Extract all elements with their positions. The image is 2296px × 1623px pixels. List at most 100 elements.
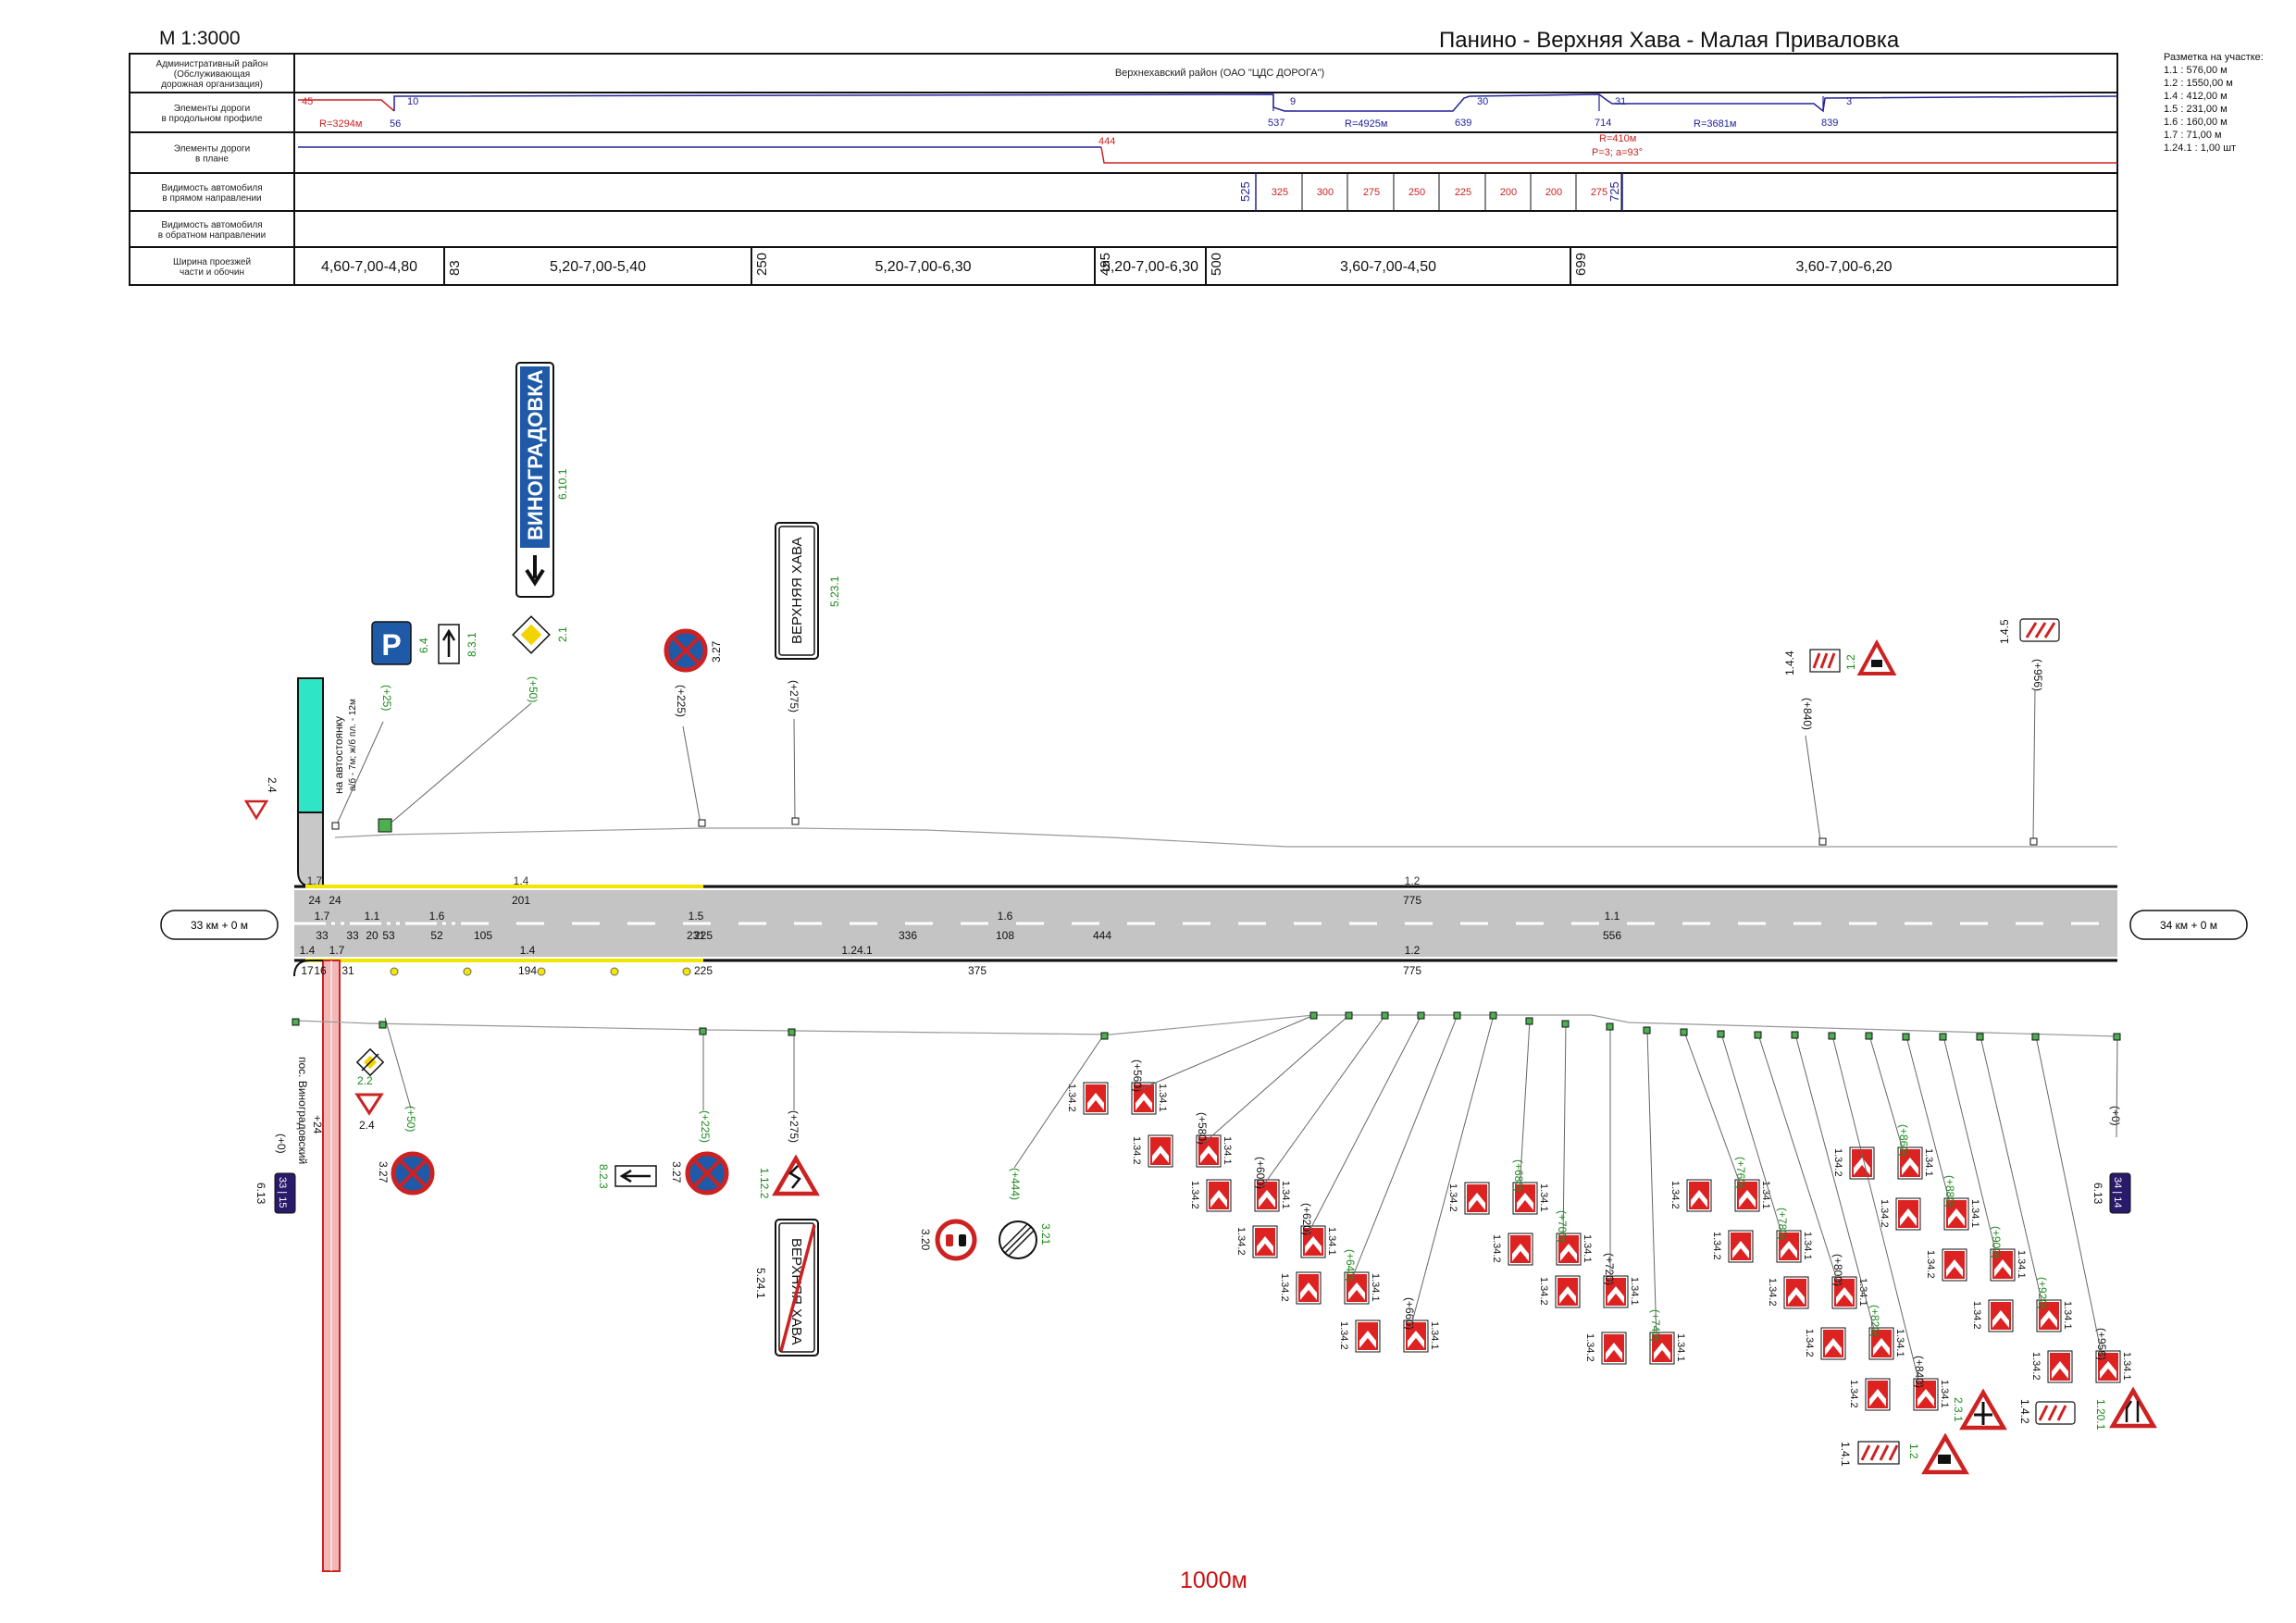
marking-label: 1.2 xyxy=(1405,874,1421,887)
svg-text:1.4.1: 1.4.1 xyxy=(1839,1442,1852,1467)
marking-length: 375 xyxy=(968,964,987,977)
railway-crossing-sign-top: 1.2 xyxy=(1844,638,1897,675)
chevron-code: 1.34.2 xyxy=(1131,1136,1142,1165)
marking-length: 33 xyxy=(346,929,359,942)
scale-label: М 1:3000 xyxy=(159,28,241,49)
svg-text:3.27: 3.27 xyxy=(670,1161,683,1183)
legend-item: 1.2 : 1550,00 м xyxy=(2164,78,2233,89)
marking-label: 1.24.1 xyxy=(841,944,873,957)
profile-label: 714 xyxy=(1595,118,1611,129)
scale-bar-label: 1000м xyxy=(1180,1567,1247,1593)
svg-text:2.3.1: 2.3.1 xyxy=(1952,1397,1965,1422)
marking-length: 225 xyxy=(694,929,713,942)
marking-length: 105 xyxy=(474,929,492,942)
chevron-pk: (+680) xyxy=(1512,1159,1525,1192)
visibility-value: 250 xyxy=(1409,187,1425,198)
width-mark: 250 xyxy=(754,253,770,276)
svg-text:8.2.3: 8.2.3 xyxy=(597,1164,610,1189)
profile-label: 10 xyxy=(407,96,418,107)
header-table: Административный район(Обслуживающаядоро… xyxy=(129,53,2118,286)
chevron-code: 1.34.1 xyxy=(1923,1148,1934,1177)
chevron-code: 1.34.1 xyxy=(1538,1183,1549,1212)
visibility-end: 725 xyxy=(1607,181,1621,202)
chevron-pk: (+580) xyxy=(1196,1112,1209,1145)
profile-line xyxy=(298,93,2118,113)
visibility-value: 275 xyxy=(1363,187,1380,198)
marking-length: 52 xyxy=(430,929,443,942)
chevron-code: 1.34.2 xyxy=(1669,1181,1681,1209)
chevron-sign xyxy=(2047,1350,2073,1383)
chevron-pk: (+560) xyxy=(1131,1059,1144,1092)
svg-text:(+50): (+50) xyxy=(527,676,540,702)
marking-length: 20 xyxy=(366,929,379,942)
end-no-overtaking-sign: 3.21 (+444) xyxy=(999,1168,1052,1259)
visibility-start: 525 xyxy=(1238,181,1252,202)
legend-item: 1.1 : 576,00 м xyxy=(2164,65,2228,76)
width-segment: 5,20-7,00-6,30 xyxy=(1102,259,1198,275)
marking-label: 1.1 xyxy=(365,910,380,923)
chevron-code: 1.34.2 xyxy=(1447,1183,1458,1212)
marking-legend: Разметка на участке: 1.1 : 576,00 м 1.2 … xyxy=(2164,51,2264,155)
chevron-code: 1.34.2 xyxy=(1832,1148,1843,1177)
km-marker-start: 33 км + 0 м xyxy=(160,910,279,940)
chevron-code: 1.34.1 xyxy=(2016,1250,2027,1279)
width-mark: 699 xyxy=(1573,253,1589,276)
chevron-code: 1.34.2 xyxy=(1925,1250,1936,1279)
profile-label: 30 xyxy=(1477,96,1488,107)
svg-text:ВИНОГРАДОВКА: ВИНОГРАДОВКА xyxy=(524,369,547,540)
profile-label: R=4925м xyxy=(1345,118,1387,130)
settlement-end-sign: ВЕРХНЯЯ ХАВА 5.24.1 xyxy=(754,1219,819,1357)
row-label: в продольном профиле xyxy=(161,113,263,124)
chevron-sign xyxy=(1942,1248,1967,1282)
svg-text:1.12.2: 1.12.2 xyxy=(758,1168,771,1199)
svg-text:2.1: 2.1 xyxy=(556,626,569,642)
chevron-pk: (+640) xyxy=(1344,1249,1357,1282)
marking-label: 1.7 xyxy=(329,944,345,957)
width-segment: 3,60-7,00-6,20 xyxy=(1795,259,1892,275)
row-label: Ширина проезжей xyxy=(173,257,251,267)
chevron-code: 1.34.2 xyxy=(1767,1278,1778,1307)
marking-label: 1.4 xyxy=(520,944,536,957)
svg-text:1.2: 1.2 xyxy=(1844,654,1857,670)
width-segment: 5,20-7,00-6,30 xyxy=(875,259,971,275)
chevron-code: 1.34.1 xyxy=(2121,1352,2132,1381)
chevron-sign xyxy=(1464,1182,1490,1215)
yield-sign-left: 2.4 xyxy=(243,777,279,821)
marking-length: 775 xyxy=(1403,964,1421,977)
marking-length: 16 xyxy=(314,964,327,977)
width-mark: 500 xyxy=(1209,253,1224,276)
profile-label: R=3294м xyxy=(319,118,362,130)
km-marker-end: 34 км + 0 м xyxy=(2129,910,2248,940)
legend-item: 1.5 : 231,00 м xyxy=(2164,104,2228,115)
width-segment: 3,60-7,00-4,50 xyxy=(1340,259,1436,275)
chevron-code: 1.34.1 xyxy=(1969,1199,1980,1228)
profile-label: 3 xyxy=(1846,96,1852,107)
chevron-pk: (+600) xyxy=(1254,1157,1267,1189)
parking-label: на автостоянку xyxy=(332,716,345,794)
svg-text:(+25): (+25) xyxy=(380,685,393,711)
chevron-code: 1.34.2 xyxy=(1879,1199,1890,1228)
marking-length: 336 xyxy=(899,929,917,942)
svg-text:3.27: 3.27 xyxy=(377,1161,390,1183)
row-label: Административный район xyxy=(156,59,268,69)
chevron-signs: 1.34.2 1.34.1 1.34.2 1.34.1 1.34.2 1.34.1 1.34… xyxy=(1066,1082,2132,1411)
visibility-value: 325 xyxy=(1272,187,1288,198)
svg-text:(+225): (+225) xyxy=(699,1110,712,1143)
chevron-code: 1.34.1 xyxy=(1157,1084,1168,1112)
chevron-code: 1.34.2 xyxy=(2030,1352,2042,1381)
svg-text:(+0): (+0) xyxy=(275,1134,288,1154)
chevron-sign xyxy=(1355,1319,1381,1353)
plate-1-4-1: 1.4.1 xyxy=(1839,1441,1900,1467)
width-segment: 4,60-7,00-4,80 xyxy=(321,259,417,275)
marking-label: 1.6 xyxy=(998,910,1013,923)
chevron-code: 1.34.1 xyxy=(1222,1136,1233,1165)
profile-label: 31 xyxy=(1615,96,1626,107)
marking-length: 33 xyxy=(316,929,329,942)
legend-item: 1.7 : 71,00 м xyxy=(2164,130,2222,141)
chevron-sign xyxy=(1895,1197,1921,1231)
railway-crossing-sign-bottom: 1.2 xyxy=(1907,1432,1969,1475)
legend-item: 1.6 : 160,00 м xyxy=(2164,117,2228,128)
row-label: в плане xyxy=(195,155,229,165)
svg-text:+24: +24 xyxy=(311,1115,324,1134)
profile-labels: 45 R=3294м 10 56 9 537 R=4925м 30 639 31 714 R=3681… xyxy=(302,96,1852,130)
